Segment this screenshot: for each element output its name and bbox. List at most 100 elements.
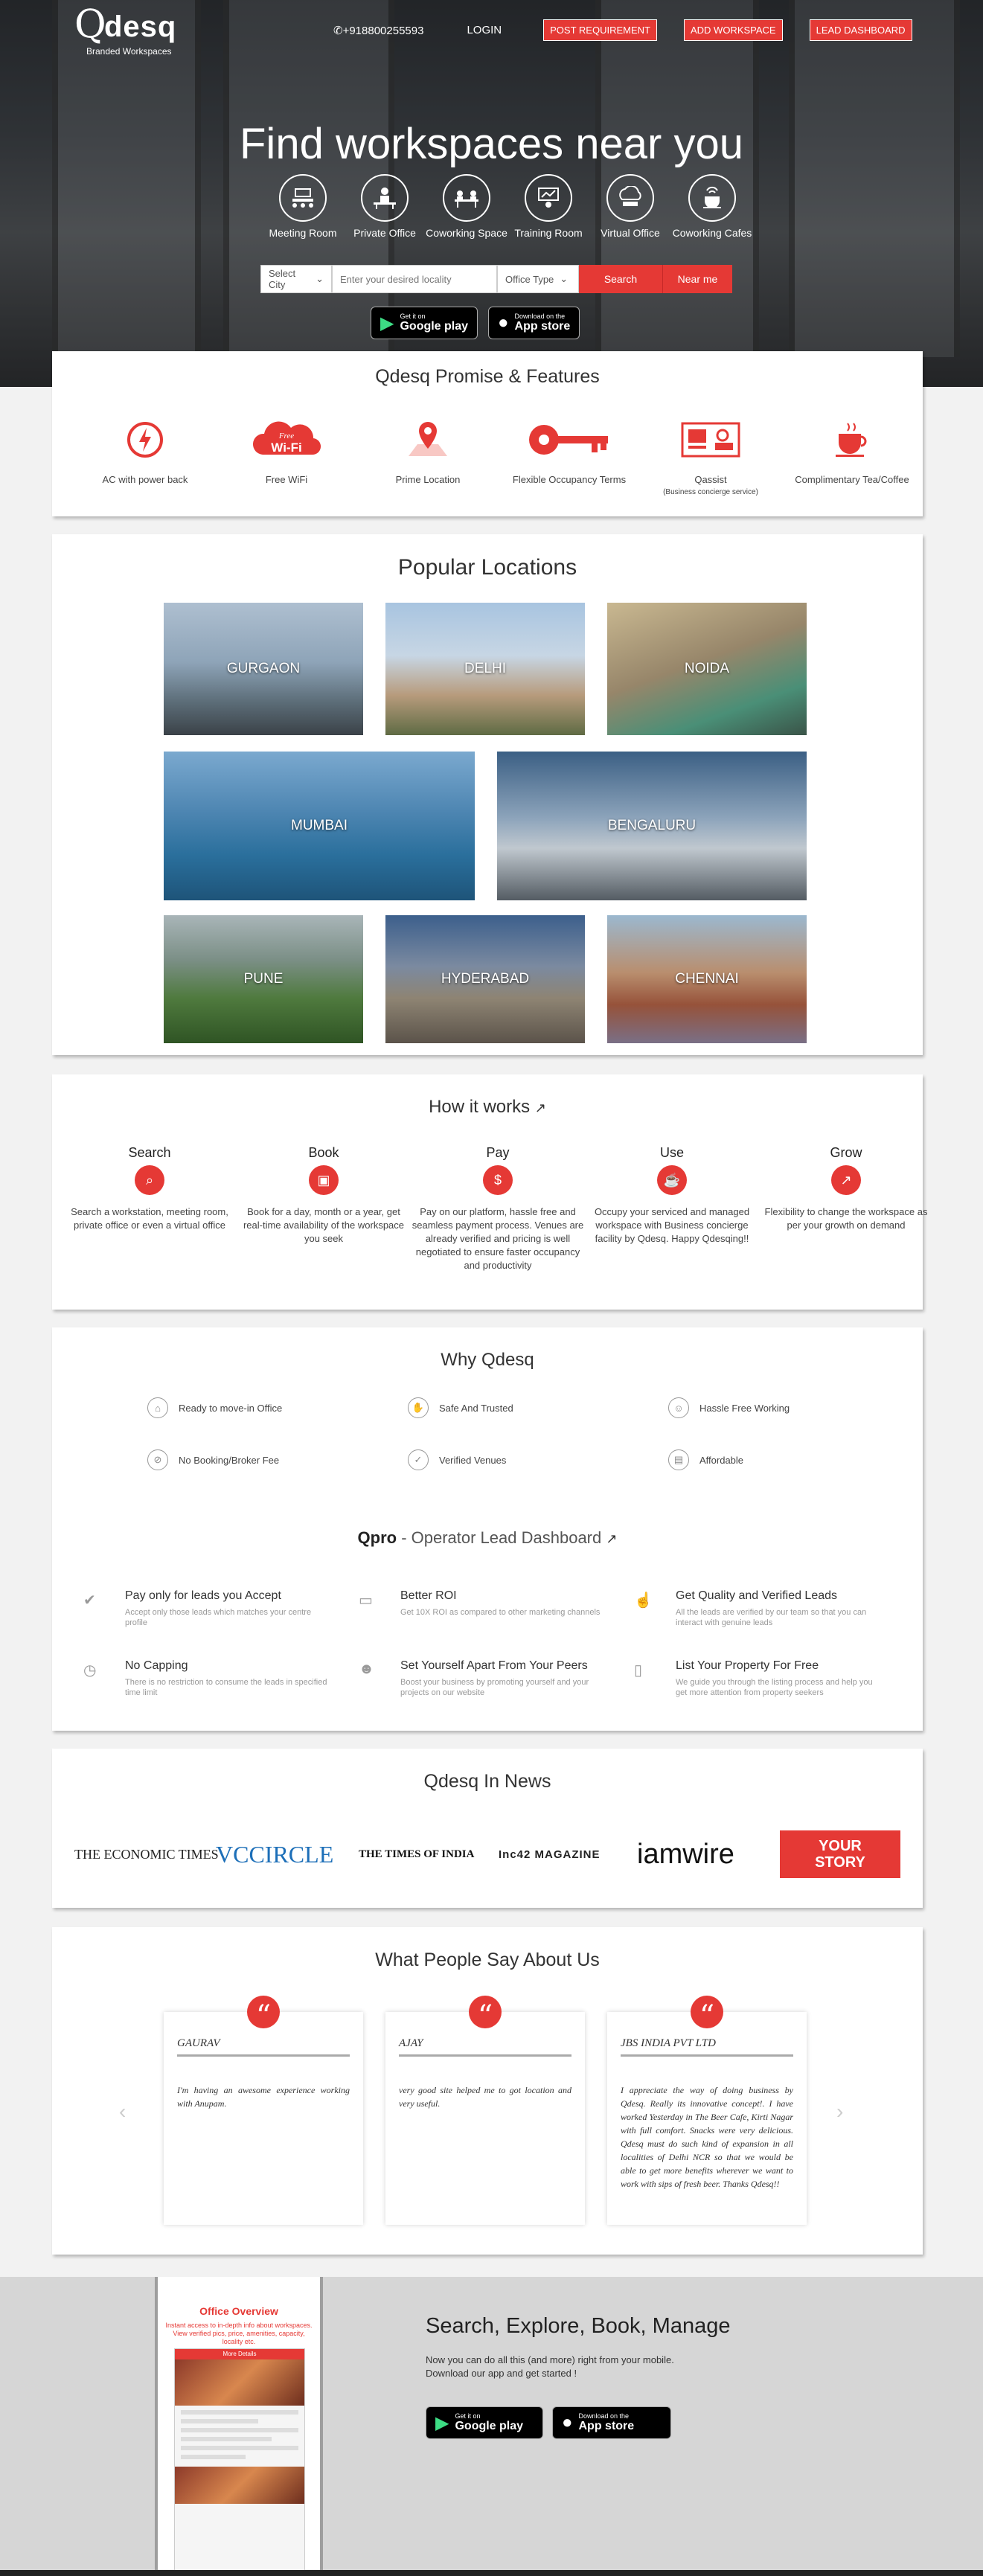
category-coworking-cafes[interactable]: Coworking Cafes	[671, 174, 753, 240]
location-tile-pune[interactable]: PUNE	[164, 915, 363, 1043]
app-download-section: Office Overview Instant access to in-dep…	[0, 2277, 983, 2576]
locations-title: Popular Locations	[397, 555, 577, 580]
hero-title: Find workspaces near you	[240, 120, 743, 168]
category-private-office[interactable]: Private Office	[344, 174, 426, 240]
near-me-button[interactable]: Near me	[662, 265, 732, 293]
workspace-use-icon: ☕	[657, 1165, 687, 1195]
svg-text:Free: Free	[278, 432, 294, 440]
step-use: Use ☕ Occupy your serviced and managed wor…	[594, 1145, 750, 1244]
category-coworking-space[interactable]: Coworking Space	[426, 174, 507, 240]
app-store-button[interactable]: ● Download on the App store	[488, 307, 580, 339]
location-tile-noida[interactable]: NOIDA	[607, 603, 807, 735]
lead-dashboard-button[interactable]: LEAD DASHBOARD	[809, 19, 912, 41]
iamwire-logo[interactable]: iamwire	[637, 1830, 734, 1878]
testimonial-card: “GAURAV I'm having an awesome experience …	[164, 1996, 363, 2225]
ac-power-icon	[74, 415, 216, 464]
handshake-icon: ✋	[408, 1397, 429, 1418]
news-card: Qdesq In News THE ECONOMIC TIMES VCCIRCL…	[52, 1749, 923, 1908]
category-virtual-office[interactable]: Virtual Office	[589, 174, 671, 240]
testimonials-title: What People Say About Us	[375, 1949, 600, 1970]
google-play-button[interactable]: ▶ Get it on Google play	[426, 2406, 543, 2439]
search-bar: Select City⌄ Office Type⌄ Search Near me	[260, 265, 732, 293]
chevron-down-icon: ⌄	[316, 273, 324, 284]
wallet-icon: ▤	[668, 1449, 689, 1470]
concierge-icon	[640, 415, 781, 464]
google-play-button[interactable]: ▶ Get it on Google play	[371, 307, 478, 339]
why-verified-venues: ✓ Verified Venues	[408, 1449, 506, 1470]
feature-location: Prime Location	[357, 415, 499, 499]
phone-mockup: Office Overview Instant access to in-dep…	[155, 2277, 323, 2576]
svg-text:Wi-Fi: Wi-Fi	[271, 440, 301, 455]
google-play-icon: ▶	[435, 2412, 449, 2433]
location-tile-hyderabad[interactable]: HYDERABAD	[385, 915, 585, 1043]
coworking-cafe-icon	[688, 174, 736, 222]
thumbs-up-icon: ☝	[634, 1592, 653, 1609]
google-play-icon: ▶	[380, 313, 394, 333]
location-tile-chennai[interactable]: CHENNAI	[607, 915, 807, 1043]
apple-icon: ●	[498, 313, 509, 333]
qpro-title: Qpro - Operator Lead Dashboard ↗	[357, 1528, 618, 1547]
qpro-feature: ▯ List Your Property For Free We guide you…	[634, 1659, 873, 1697]
top-navigation: ✆+918800255593 LOGIN POST REQUIREMENT AD…	[333, 19, 939, 41]
testimonial-card: “JBS INDIA PVT LTD I appreciate the way o…	[607, 1996, 807, 2225]
apple-icon: ●	[562, 2412, 573, 2432]
post-requirement-button[interactable]: POST REQUIREMENT	[543, 19, 657, 41]
footer-bar	[0, 2570, 983, 2576]
check-icon: ✔	[83, 1592, 96, 1609]
no-fee-icon: ⊘	[147, 1449, 168, 1470]
chevron-right-icon[interactable]: ›	[836, 2100, 843, 2124]
step-book: Book ▣ Book for a day, month or a year, ge…	[243, 1145, 405, 1244]
locality-input[interactable]	[332, 265, 497, 293]
how-it-works-title: How it works	[429, 1097, 531, 1117]
qpro-feature: ✔ Pay only for leads you Accept Accept onl…	[83, 1589, 312, 1627]
location-tile-delhi[interactable]: DELHI	[385, 603, 585, 735]
key-icon	[499, 415, 640, 464]
why-title: Why Qdesq	[441, 1350, 534, 1370]
login-link[interactable]: LOGIN	[467, 24, 502, 36]
chevron-left-icon[interactable]: ‹	[119, 2100, 126, 2124]
search-icon: ⌕	[135, 1165, 164, 1195]
why-affordable: ▤ Affordable	[668, 1449, 743, 1470]
features-title: Qdesq Promise & Features	[375, 366, 600, 387]
location-pin-icon	[357, 415, 499, 464]
news-title: Qdesq In News	[423, 1771, 551, 1792]
office-type-select[interactable]: Office Type ⌄	[497, 265, 579, 293]
search-button[interactable]: Search	[579, 265, 662, 293]
coworking-space-icon	[443, 174, 490, 222]
location-tile-mumbai[interactable]: MUMBAI	[164, 752, 475, 900]
location-tile-gurgaon[interactable]: GURGAON	[164, 603, 363, 735]
why-hassle-free: ☺ Hassle Free Working	[668, 1397, 790, 1418]
step-grow: Grow ↗ Flexibility to change the workspace…	[764, 1145, 928, 1231]
category-meeting-room[interactable]: Meeting Room	[262, 174, 344, 240]
growth-chart-icon: ↗	[831, 1165, 861, 1195]
document-icon: ▯	[634, 1662, 643, 1679]
feature-wifi: Free Wi-Fi Free WiFi	[216, 415, 357, 499]
feature-ac: AC with power back	[74, 415, 216, 499]
how-it-works-card: How it works ↗ Search ⌕ Search a workstati…	[52, 1074, 927, 1310]
app-store-button[interactable]: ● Download on the App store	[552, 2406, 671, 2439]
external-link-icon[interactable]: ↗	[535, 1100, 546, 1115]
economic-times-logo[interactable]: THE ECONOMIC TIMES	[74, 1830, 219, 1878]
step-pay: Pay $ Pay on our platform, hassle free and…	[412, 1145, 584, 1271]
yourstory-logo[interactable]: YOUR STORY	[780, 1830, 900, 1878]
inc42-logo[interactable]: Inc42 MAGAZINE	[499, 1830, 601, 1878]
training-room-icon	[525, 174, 572, 222]
features-card: Qdesq Promise & Features AC with power b…	[52, 351, 923, 516]
city-select[interactable]: Select City ⌄	[260, 265, 332, 293]
vccircle-logo[interactable]: VCCIRCLE	[216, 1830, 333, 1878]
phone-link[interactable]: ✆+918800255593	[333, 24, 423, 37]
add-workspace-button[interactable]: ADD WORKSPACE	[683, 19, 783, 41]
qdesq-logo[interactable]: Q desq Branded Workspaces	[74, 5, 176, 57]
external-link-icon[interactable]: ↗	[606, 1531, 617, 1546]
app-section-title: Search, Explore, Book, Manage	[426, 2314, 731, 2338]
qpro-feature: ☝ Get Quality and Verified Leads All the l…	[634, 1589, 867, 1627]
workspace-categories: Meeting Room Private Office Coworking Sp…	[262, 174, 753, 240]
category-training-room[interactable]: Training Room	[507, 174, 589, 240]
phone-icon: ✆	[333, 24, 343, 37]
coffee-cup-icon	[781, 415, 923, 464]
times-of-india-logo[interactable]: THE TIMES OF INDIA	[359, 1830, 474, 1878]
people-icon: ☺	[668, 1397, 689, 1418]
why-no-broker-fee: ⊘ No Booking/Broker Fee	[147, 1449, 279, 1470]
location-tile-bengaluru[interactable]: BENGALURU	[497, 752, 807, 900]
qpro-feature: ▭ Better ROI Get 10X ROI as compared to ot…	[359, 1589, 601, 1617]
